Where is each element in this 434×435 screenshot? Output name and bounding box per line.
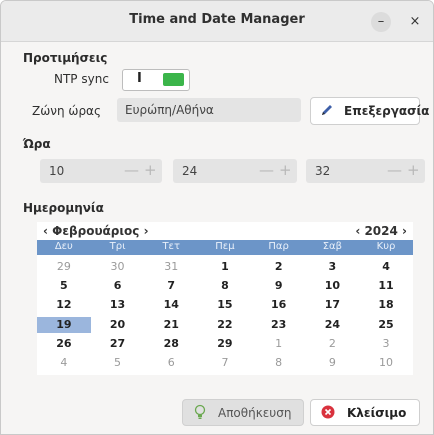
calendar-day[interactable]: 21 [144, 317, 198, 333]
close-label: Κλείσιμο [347, 406, 407, 420]
calendar-day[interactable]: 11 [359, 278, 413, 294]
calendar-day[interactable]: 7 [144, 278, 198, 294]
calendar-day[interactable]: 18 [359, 297, 413, 313]
calendar-day[interactable]: 9 [306, 355, 360, 371]
calendar-day[interactable]: 29 [37, 259, 91, 275]
calendar-day[interactable]: 20 [91, 317, 145, 333]
calendar-day[interactable]: 5 [37, 278, 91, 294]
calendar-day[interactable]: 1 [252, 336, 306, 352]
prev-month-button[interactable]: ‹ [43, 224, 48, 238]
calendar-day[interactable]: 28 [144, 336, 198, 352]
calendar-day[interactable]: 25 [359, 317, 413, 333]
close-circle-icon [321, 405, 335, 419]
toggle-on-indicator: I [137, 71, 142, 86]
pencil-icon [322, 105, 332, 115]
calendar-day[interactable]: 10 [359, 355, 413, 371]
calendar-day[interactable]: 3 [306, 259, 360, 275]
ntp-sync-label: NTP sync [54, 72, 109, 86]
timezone-value: Ευρώπη/Αθήνα [125, 103, 214, 117]
timezone-label: Ζώνη ώρας [32, 104, 102, 118]
weekday-header: Κυρ [376, 241, 396, 252]
calendar-day[interactable]: 7 [198, 355, 252, 371]
title-bar: Time and Date Manager – × [1, 1, 433, 42]
time-date-manager-window: Time and Date Manager – × Προτιμήσεις NT… [0, 0, 434, 435]
calendar-day[interactable]: 8 [252, 355, 306, 371]
next-month-button[interactable]: › [144, 224, 149, 238]
weekday-header-row: Δευ Τρι Τετ Πεμ Παρ Σαβ Κυρ [37, 240, 413, 255]
calendar-day[interactable]: 15 [198, 297, 252, 313]
year-navigation: ‹ 2024 › [355, 224, 407, 238]
calendar-day[interactable]: 16 [252, 297, 306, 313]
calendar-day[interactable]: 2 [306, 336, 360, 352]
hours-increment-button[interactable]: + [144, 161, 157, 179]
window-title: Time and Date Manager [129, 12, 305, 27]
calendar-day[interactable]: 31 [144, 259, 198, 275]
save-label: Αποθήκευση [218, 406, 292, 420]
calendar-day[interactable]: 8 [198, 278, 252, 294]
calendar-day[interactable]: 14 [144, 297, 198, 313]
close-button[interactable]: Κλείσιμο [310, 399, 420, 426]
calendar-day[interactable]: 27 [91, 336, 145, 352]
minutes-spinner[interactable]: 24 — + [173, 159, 297, 183]
calendar-day[interactable]: 4 [359, 259, 413, 275]
calendar-day[interactable]: 1 [198, 259, 252, 275]
weekday-header: Τετ [162, 241, 180, 252]
calendar-day[interactable]: 17 [306, 297, 360, 313]
save-button[interactable]: Αποθήκευση [182, 399, 304, 426]
weekday-header: Τρι [109, 241, 126, 252]
next-year-button[interactable]: › [402, 224, 407, 238]
calendar-day[interactable]: 2 [252, 259, 306, 275]
edit-timezone-button[interactable]: Επεξεργασία [310, 97, 429, 125]
calendar-day[interactable]: 4 [37, 355, 91, 371]
toggle-knob [163, 73, 184, 86]
calendar-header: ‹ Φεβρουάριος › ‹ 2024 › [37, 222, 413, 240]
hours-value: 10 [49, 164, 65, 178]
calendar-day[interactable]: 5 [91, 355, 145, 371]
calendar-day[interactable]: 12 [37, 297, 91, 313]
year-label: 2024 [364, 224, 398, 238]
timezone-field: Ευρώπη/Αθήνα [117, 98, 301, 122]
minutes-increment-button[interactable]: + [279, 161, 292, 179]
calendar-day[interactable]: 24 [306, 317, 360, 333]
calendar-day[interactable]: 3 [359, 336, 413, 352]
edit-label: Επεξεργασία [344, 104, 430, 118]
date-heading: Ημερομηνία [23, 201, 104, 215]
time-heading: Ώρα [23, 137, 51, 151]
preferences-heading: Προτιμήσεις [23, 51, 108, 65]
calendar-day[interactable]: 10 [306, 278, 360, 294]
weekday-header: Δευ [54, 241, 73, 252]
seconds-increment-button[interactable]: + [407, 161, 420, 179]
calendar: ‹ Φεβρουάριος › ‹ 2024 › Δευ Τρι Τετ Πεμ Παρ… [37, 222, 413, 375]
prev-year-button[interactable]: ‹ [355, 224, 360, 238]
calendar-day[interactable]: 29 [198, 336, 252, 352]
close-icon[interactable]: × [405, 12, 425, 32]
calendar-day[interactable]: 6 [144, 355, 198, 371]
calendar-day[interactable]: 13 [91, 297, 145, 313]
seconds-value: 32 [315, 164, 331, 178]
minutes-value: 24 [182, 164, 198, 178]
seconds-spinner[interactable]: 32 — + [306, 159, 425, 183]
minimize-icon[interactable]: – [371, 12, 391, 32]
minutes-decrement-button[interactable]: — [259, 161, 274, 179]
calendar-day[interactable]: 30 [91, 259, 145, 275]
month-navigation: ‹ Φεβρουάριος › [43, 224, 149, 238]
calendar-day-selected[interactable]: 19 [37, 316, 91, 333]
weekday-header: Σαβ [322, 241, 342, 252]
calendar-day[interactable]: 23 [252, 317, 306, 333]
lightbulb-icon [194, 404, 206, 419]
hours-decrement-button[interactable]: — [124, 161, 139, 179]
calendar-day[interactable]: 22 [198, 317, 252, 333]
seconds-decrement-button[interactable]: — [387, 161, 402, 179]
ntp-sync-toggle[interactable]: I [122, 69, 190, 91]
hours-spinner[interactable]: 10 — + [40, 159, 162, 183]
weekday-header: Πεμ [215, 241, 235, 252]
calendar-day[interactable]: 26 [37, 336, 91, 352]
month-label: Φεβρουάριος [52, 224, 140, 238]
weekday-header: Παρ [268, 241, 289, 252]
calendar-day[interactable]: 9 [252, 278, 306, 294]
calendar-day[interactable]: 6 [91, 278, 145, 294]
